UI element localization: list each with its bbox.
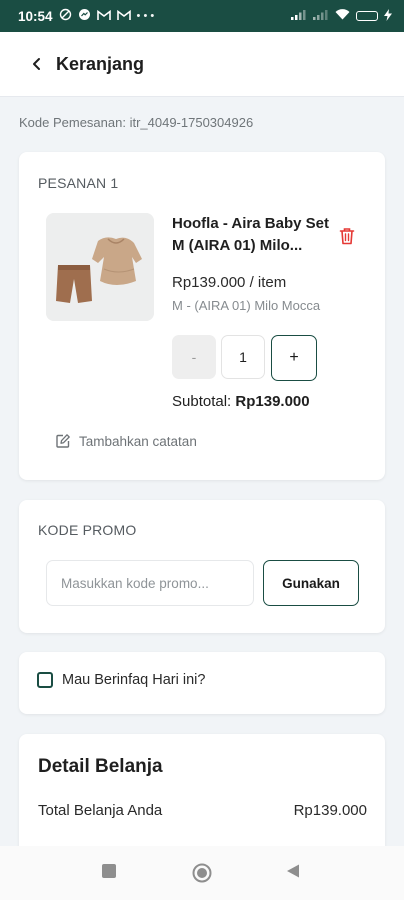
product-image[interactable] bbox=[46, 213, 154, 321]
back-button[interactable] bbox=[26, 53, 48, 75]
messenger-icon bbox=[78, 8, 91, 24]
order-code: Kode Pemesanan: itr_4049-1750304926 bbox=[19, 115, 254, 130]
gmail-icon bbox=[116, 9, 131, 24]
chevron-left-icon bbox=[33, 58, 40, 70]
add-note-button[interactable]: Tambahkan catatan bbox=[55, 433, 197, 449]
product-name[interactable]: Hoofla - Aira Baby Set M (AIRA 01) Milo.… bbox=[172, 213, 342, 257]
add-note-label: Tambahkan catatan bbox=[79, 433, 197, 449]
promo-card: KODE PROMO Gunakan bbox=[19, 500, 385, 633]
order-section-title: PESANAN 1 bbox=[38, 175, 119, 191]
wifi-icon bbox=[335, 9, 350, 23]
status-time: 10:54 bbox=[18, 8, 53, 24]
app-bar: Keranjang bbox=[0, 32, 404, 97]
subtotal: Subtotal: Rp139.000 bbox=[172, 393, 310, 410]
order-card: PESANAN 1 Hoofla - Aira Baby Set M (AIRA… bbox=[19, 152, 385, 480]
home-button[interactable] bbox=[192, 863, 212, 888]
edit-note-icon bbox=[56, 434, 70, 448]
back-nav-button[interactable] bbox=[285, 863, 301, 884]
square-icon bbox=[102, 864, 116, 878]
infaq-card: Mau Berinfaq Hari ini? bbox=[19, 652, 385, 714]
detail-title: Detail Belanja bbox=[38, 756, 163, 777]
detail-row-label: Total Belanja Anda bbox=[38, 802, 163, 819]
status-bar: 10:54 • • • 53 bbox=[0, 0, 404, 32]
quantity-decrease-button[interactable]: - bbox=[172, 335, 216, 379]
quantity-increase-button[interactable]: + bbox=[271, 335, 317, 381]
trash-icon bbox=[339, 228, 355, 245]
do-not-disturb-icon bbox=[59, 8, 72, 24]
battery-icon: 53 bbox=[356, 11, 378, 21]
product-price: Rp139.000 / item bbox=[172, 274, 287, 291]
apply-promo-button[interactable]: Gunakan bbox=[263, 560, 359, 606]
detail-row-value: Rp139.000 bbox=[293, 802, 367, 819]
infaq-checkbox[interactable] bbox=[37, 672, 53, 688]
quantity-value: 1 bbox=[221, 335, 265, 379]
promo-section-title: KODE PROMO bbox=[38, 522, 137, 538]
gmail-icon bbox=[96, 9, 111, 24]
signal-icon bbox=[291, 9, 307, 23]
page-title: Keranjang bbox=[56, 53, 145, 74]
product-variant: M - (AIRA 01) Milo Mocca bbox=[172, 298, 321, 313]
promo-code-input[interactable] bbox=[46, 560, 254, 606]
subtotal-value: Rp139.000 bbox=[235, 393, 310, 410]
system-navigation-bar bbox=[0, 846, 404, 900]
battery-level: 53 bbox=[369, 12, 377, 20]
infaq-option[interactable]: Mau Berinfaq Hari ini? bbox=[37, 672, 205, 688]
detail-row: Total Belanja Anda Rp139.000 bbox=[38, 802, 367, 819]
charging-icon bbox=[384, 8, 392, 24]
more-dots-icon: • • • bbox=[136, 10, 155, 22]
triangle-back-icon bbox=[287, 864, 299, 878]
circle-icon bbox=[192, 863, 212, 883]
signal-icon bbox=[313, 9, 329, 23]
subtotal-label: Subtotal: bbox=[172, 393, 232, 410]
infaq-label: Mau Berinfaq Hari ini? bbox=[62, 672, 206, 688]
recent-apps-button[interactable] bbox=[101, 863, 117, 884]
delete-item-button[interactable] bbox=[339, 227, 357, 245]
